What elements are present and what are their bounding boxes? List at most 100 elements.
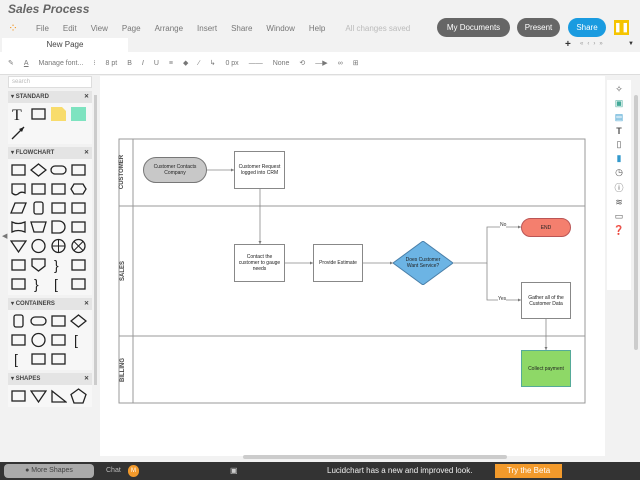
shape-rect[interactable] <box>30 106 47 122</box>
shape-shield[interactable] <box>30 257 47 273</box>
shape-para[interactable] <box>10 200 27 216</box>
share-button[interactable]: Share <box>568 18 606 37</box>
shape-rect[interactable] <box>10 388 27 404</box>
fill-color-icon[interactable]: ◆ <box>183 59 188 67</box>
shape-bracket[interactable]: [ <box>10 351 27 367</box>
section-header[interactable]: ▾ SHAPES ✕ <box>8 373 92 385</box>
chat-button[interactable]: Chat <box>106 467 121 474</box>
shape-pill[interactable] <box>30 313 47 329</box>
align-icon[interactable]: ≡ <box>169 60 173 67</box>
document-title[interactable]: Sales Process <box>8 2 89 16</box>
shape-pill[interactable] <box>50 162 67 178</box>
shape-circle[interactable] <box>30 332 47 348</box>
arrow-start-select[interactable]: None <box>273 60 290 67</box>
line-color-icon[interactable]: ∕ <box>198 60 199 67</box>
chevron-down-icon[interactable]: ▼ <box>628 41 634 47</box>
font-color-icon[interactable]: A <box>24 60 29 67</box>
shape-rect[interactable] <box>70 276 87 292</box>
help-icon[interactable]: ❓ <box>613 225 624 236</box>
shape-rect[interactable] <box>70 219 87 235</box>
section-header[interactable]: ▾ CONTAINERS ✕ <box>8 298 92 310</box>
line-width-select[interactable]: 0 px <box>225 60 238 67</box>
close-icon[interactable]: ✕ <box>84 373 89 385</box>
image-icon[interactable]: ▣ <box>615 98 624 109</box>
shape-tri[interactable] <box>10 238 27 254</box>
underline-button[interactable]: U <box>154 60 159 67</box>
info-icon[interactable]: ⓘ <box>614 181 623 194</box>
connector-icon[interactable]: ↳ <box>210 59 216 67</box>
shape-rect[interactable] <box>10 276 27 292</box>
shape-rtri[interactable] <box>50 388 67 404</box>
section-header[interactable]: ▾ FLOWCHART ✕ <box>8 147 92 159</box>
menu-share[interactable]: Share <box>231 24 252 33</box>
arrow-end-select[interactable]: —▶ <box>315 59 327 67</box>
node-request[interactable]: Customer Request logged into CRM <box>234 151 285 189</box>
node-payment[interactable]: Collect payment <box>521 350 571 387</box>
shape-rect[interactable] <box>10 332 27 348</box>
sidebar-scrollbar[interactable] <box>94 95 97 385</box>
add-page-icon[interactable]: + <box>565 39 571 50</box>
shape-rect[interactable] <box>70 257 87 273</box>
shape-rect[interactable] <box>70 162 87 178</box>
shape-rect[interactable] <box>50 200 67 216</box>
history-icon[interactable]: ◷ <box>615 167 623 178</box>
text-icon[interactable]: T <box>616 126 622 136</box>
shape-diamond[interactable] <box>30 162 47 178</box>
shape-trap[interactable] <box>30 219 47 235</box>
italic-button[interactable]: I <box>142 60 144 67</box>
shape-rect[interactable] <box>10 257 27 273</box>
shape-xcircle[interactable] <box>70 238 87 254</box>
present-button[interactable]: Present <box>517 18 560 37</box>
shape-doc[interactable] <box>10 181 27 197</box>
shape-rect[interactable] <box>30 351 47 367</box>
tab-new-page[interactable]: New Page <box>2 38 128 53</box>
shape-text[interactable]: T <box>10 106 27 122</box>
compass-icon[interactable]: ✧ <box>615 84 623 95</box>
rotate-icon[interactable]: ⟲ <box>299 59 305 67</box>
shape-rect[interactable] <box>30 181 47 197</box>
shape-wave[interactable] <box>10 219 27 235</box>
shape-delay[interactable] <box>50 219 67 235</box>
bold-button[interactable]: B <box>127 60 132 67</box>
menu-edit[interactable]: Edit <box>63 24 77 33</box>
shape-cyl[interactable] <box>30 200 47 216</box>
menu-arrange[interactable]: Arrange <box>155 24 183 33</box>
vertical-scrollbar[interactable] <box>634 95 638 350</box>
close-icon[interactable]: ✕ <box>84 147 89 159</box>
close-icon[interactable]: ✕ <box>84 91 89 103</box>
shape-filled-rect[interactable] <box>70 106 87 122</box>
node-start[interactable]: Customer Contacts Company <box>143 157 207 183</box>
shape-pent[interactable] <box>70 388 87 404</box>
paperclip-icon[interactable]: ✎ <box>8 59 14 67</box>
shape-brace[interactable]: } <box>50 257 67 273</box>
shape-rect[interactable] <box>70 200 87 216</box>
horizontal-scrollbar[interactable] <box>243 455 507 459</box>
page-icon[interactable]: ▯ <box>617 139 622 150</box>
line-style-select[interactable]: —— <box>249 60 263 67</box>
feedback-icon[interactable]: ❚❚ <box>614 20 629 35</box>
section-header[interactable]: ▾ STANDARD ✕ <box>8 91 92 103</box>
shape-circle[interactable] <box>30 238 47 254</box>
try-beta-button[interactable]: Try the Beta <box>495 464 562 478</box>
page-nav-icon[interactable]: «‹›» <box>580 41 607 47</box>
more-shapes-button[interactable]: ● More Shapes <box>4 464 94 478</box>
shape-tri[interactable] <box>30 388 47 404</box>
shape-rect[interactable] <box>50 332 67 348</box>
menu-help[interactable]: Help <box>309 24 325 33</box>
shape-hex[interactable] <box>70 181 87 197</box>
shape-bracket[interactable]: [ <box>50 276 67 292</box>
node-decision[interactable]: Does Customer Want Service? <box>399 252 447 274</box>
my-documents-button[interactable]: My Documents <box>437 18 510 37</box>
shape-note[interactable] <box>50 106 67 122</box>
chat-badge[interactable]: M <box>128 465 139 477</box>
menu-window[interactable]: Window <box>266 24 294 33</box>
present-icon[interactable]: ▭ <box>615 211 624 222</box>
shape-rect[interactable] <box>50 351 67 367</box>
collapse-sidebar-icon[interactable]: ◀ <box>2 232 7 240</box>
shape-cyl[interactable] <box>10 313 27 329</box>
shape-rect[interactable] <box>50 313 67 329</box>
menu-page[interactable]: Page <box>122 24 141 33</box>
shape-brace[interactable]: } <box>30 276 47 292</box>
shape-search-input[interactable]: search <box>8 76 92 88</box>
lucidchart-logo-icon[interactable]: ⁘ <box>8 21 22 35</box>
